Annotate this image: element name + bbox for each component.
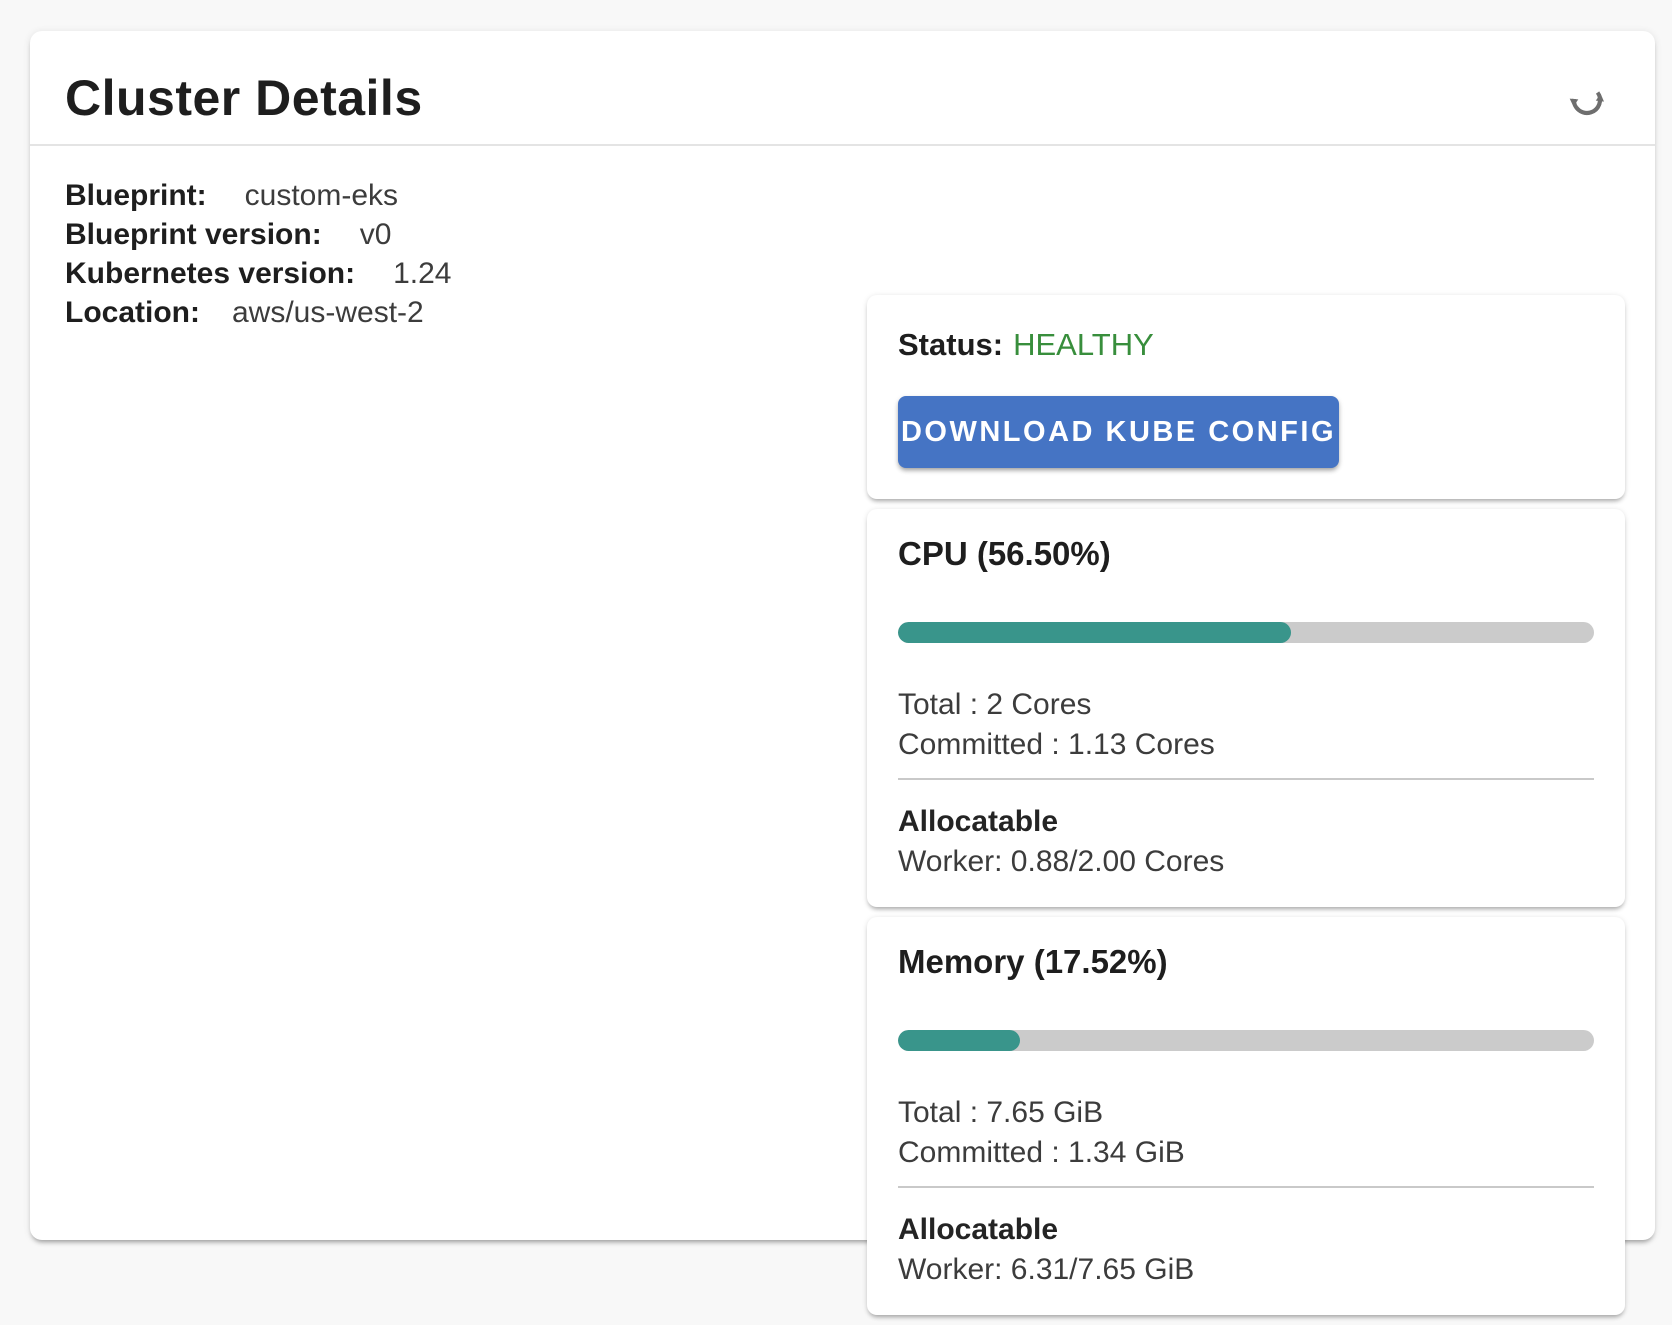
cluster-details-card: Cluster Details Blueprint: custom-eks Blu… xyxy=(30,31,1655,1240)
divider xyxy=(898,1186,1594,1188)
memory-allocatable-label: Allocatable xyxy=(898,1210,1594,1250)
page-title: Cluster Details xyxy=(65,71,1655,125)
status-line: Status: HEALTHY xyxy=(898,325,1594,365)
cpu-title: CPU (56.50%) xyxy=(898,535,1594,573)
cpu-progress-fill xyxy=(898,622,1291,643)
download-kube-config-button[interactable]: DOWNLOAD KUBE CONFIG xyxy=(898,396,1339,468)
card-header: Cluster Details xyxy=(30,31,1655,146)
cpu-allocatable: Allocatable Worker: 0.88/2.00 Cores xyxy=(898,802,1594,882)
refresh-button[interactable] xyxy=(1559,73,1615,129)
memory-progress-fill xyxy=(898,1030,1020,1051)
cpu-progress-track xyxy=(898,622,1594,643)
memory-progress-track xyxy=(898,1030,1594,1051)
memory-title: Memory (17.52%) xyxy=(898,943,1594,981)
cpu-worker: Worker: 0.88/2.00 Cores xyxy=(898,842,1594,882)
location-label: Location: xyxy=(65,296,200,329)
status-panel: Status: HEALTHY DOWNLOAD KUBE CONFIG xyxy=(867,295,1625,499)
sync-icon xyxy=(1563,76,1611,127)
cpu-committed: Committed : 1.13 Cores xyxy=(898,725,1594,765)
memory-usage-card: Memory (17.52%) Total : 7.65 GiB Committ… xyxy=(867,917,1625,1315)
blueprint-value: custom-eks xyxy=(245,179,398,212)
cpu-allocatable-label: Allocatable xyxy=(898,802,1594,842)
status-badge: HEALTHY xyxy=(1013,327,1154,362)
memory-total: Total : 7.65 GiB xyxy=(898,1093,1594,1133)
cpu-total: Total : 2 Cores xyxy=(898,685,1594,725)
kubernetes-version-label: Kubernetes version: xyxy=(65,257,355,290)
status-label: Status: xyxy=(898,327,1003,362)
blueprint-version-label: Blueprint version: xyxy=(65,218,322,251)
kubernetes-version-value: 1.24 xyxy=(393,257,451,290)
detail-row-kubernetes-version: Kubernetes version: 1.24 xyxy=(65,254,1655,293)
blueprint-label: Blueprint: xyxy=(65,179,207,212)
detail-row-blueprint: Blueprint: custom-eks xyxy=(65,176,1655,215)
blueprint-version-value: v0 xyxy=(360,218,392,251)
memory-totals: Total : 7.65 GiB Committed : 1.34 GiB xyxy=(898,1093,1594,1173)
detail-row-blueprint-version: Blueprint version: v0 xyxy=(65,215,1655,254)
right-column: Status: HEALTHY DOWNLOAD KUBE CONFIG CPU … xyxy=(867,295,1625,1325)
divider xyxy=(898,778,1594,780)
memory-worker: Worker: 6.31/7.65 GiB xyxy=(898,1250,1594,1290)
cpu-usage-card: CPU (56.50%) Total : 2 Cores Committed :… xyxy=(867,509,1625,907)
location-value: aws/us-west-2 xyxy=(232,296,424,329)
cpu-totals: Total : 2 Cores Committed : 1.13 Cores xyxy=(898,685,1594,765)
card-content: Blueprint: custom-eks Blueprint version: v… xyxy=(30,146,1655,1238)
memory-committed: Committed : 1.34 GiB xyxy=(898,1133,1594,1173)
memory-allocatable: Allocatable Worker: 6.31/7.65 GiB xyxy=(898,1210,1594,1290)
